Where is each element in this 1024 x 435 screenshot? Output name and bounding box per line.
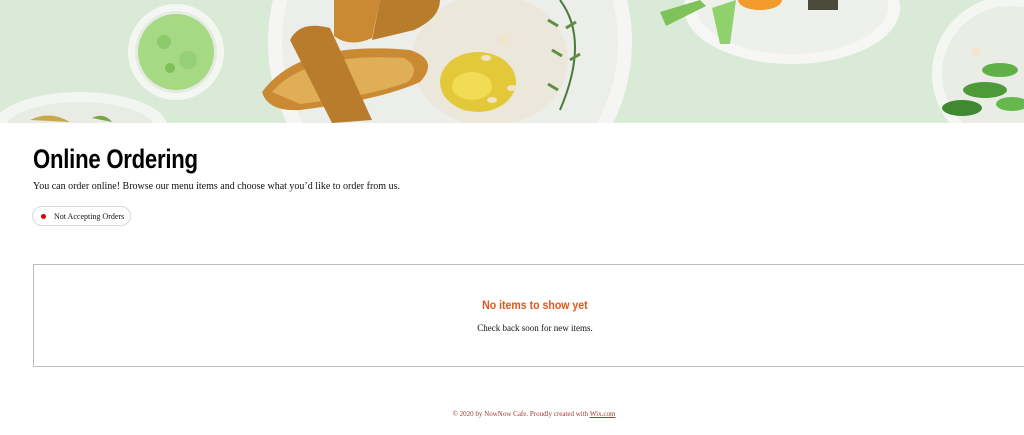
hero-banner [0,0,1024,123]
order-status-badge: Not Accepting Orders [32,206,131,226]
empty-state-title: No items to show yet [482,298,588,312]
empty-state-subtitle: Check back soon for new items. [477,323,593,333]
intro-text: You can order online! Browse our menu it… [33,181,400,192]
status-dot-icon [41,213,46,219]
page-title: Online Ordering [33,144,198,174]
status-label: Not Accepting Orders [54,211,125,221]
footer-wix-link[interactable]: Wix.com [590,410,616,418]
footer: © 2020 by NowNow Cafe. Proudly created w… [0,410,1024,418]
footer-text: © 2020 by NowNow Cafe. Proudly created w… [452,410,590,418]
menu-items-panel: No items to show yet Check back soon for… [33,264,1024,367]
hero-food-image [0,0,1024,123]
